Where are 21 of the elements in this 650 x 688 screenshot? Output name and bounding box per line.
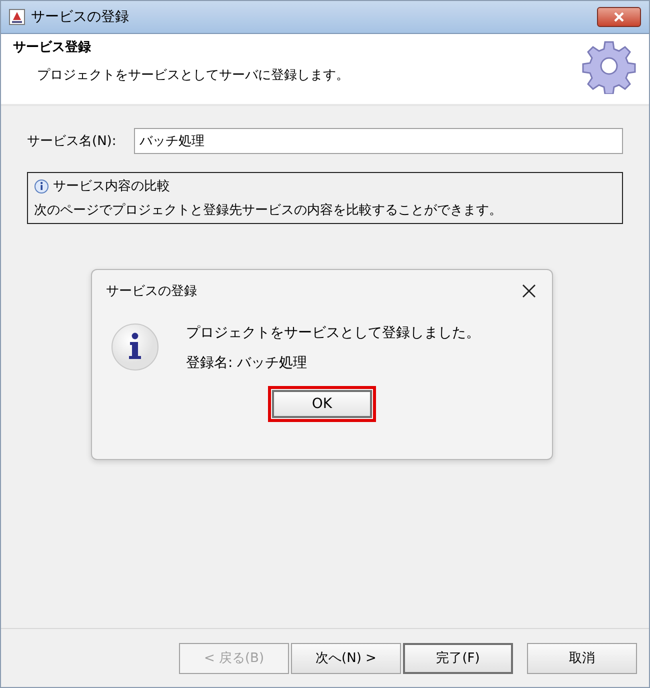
close-button[interactable] xyxy=(597,7,641,27)
dialog-detail: 登録名: バッチ処理 xyxy=(186,354,308,372)
info-title: サービス内容の比較 xyxy=(53,178,170,195)
field-label: サービス名(N): xyxy=(27,133,116,150)
header-title: サービス登録 xyxy=(13,39,92,56)
close-icon xyxy=(613,12,625,22)
info-text: 次のページでプロジェクトと登録先サービスの内容を比較することができます。 xyxy=(34,202,503,219)
wizard-button[interactable]: 取消 xyxy=(527,642,637,674)
service-name-field[interactable]: バッチ処理 xyxy=(134,128,623,154)
dialog-title: サービスの登録 xyxy=(106,283,197,300)
dialog-message: プロジェクトをサービスとして登録しました。 xyxy=(186,324,480,342)
window-title: サービスの登録 xyxy=(31,8,130,26)
info-icon xyxy=(34,178,49,194)
ok-button[interactable]: OK xyxy=(272,390,372,418)
header-description: プロジェクトをサービスとしてサーバに登録します。 xyxy=(36,67,349,84)
close-icon xyxy=(520,282,538,300)
wizard-button[interactable]: 次へ(N) > xyxy=(291,642,401,674)
close-button[interactable] xyxy=(520,282,538,300)
wizard-button[interactable]: 完了(F) xyxy=(403,642,513,674)
info-icon xyxy=(110,322,160,372)
app-icon xyxy=(9,9,25,25)
